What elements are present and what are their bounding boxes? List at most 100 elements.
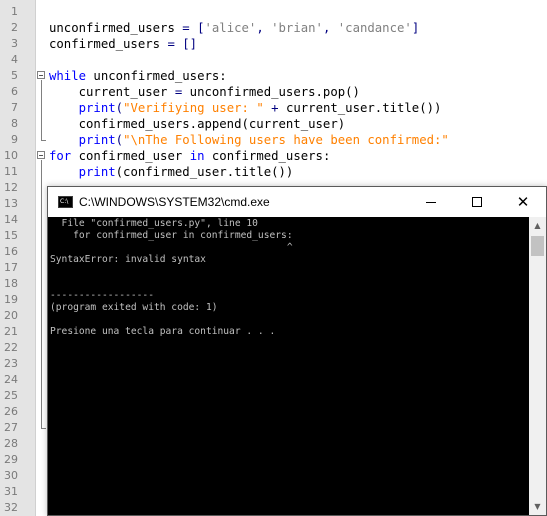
code-keyword: while [49,69,87,83]
code-line-9[interactable]: print("\nThe Following users have been c… [49,132,449,148]
code-token: unconfirmed_users [49,21,183,35]
line-number: 9 [11,133,18,146]
minimize-icon [426,202,436,203]
code-string: 'alice' [204,21,257,35]
fold-toggle-for[interactable] [37,151,45,159]
fold-toggle-while[interactable] [37,71,45,79]
code-line-10[interactable]: for confirmed_user in confirmed_users: [49,148,330,164]
line-number: 23 [4,357,18,370]
fold-end-while [41,140,46,141]
code-token: [] [174,37,198,51]
line-number: 3 [11,37,18,50]
code-token: [ [189,21,205,35]
code-keyword: for [49,149,72,163]
window-title: C:\WINDOWS\SYSTEM32\cmd.exe [79,195,270,209]
code-line-7[interactable]: print("Verifiying user: " + current_user… [49,100,442,116]
line-number: 24 [4,373,18,386]
line-number: 19 [4,293,18,306]
line-number: 6 [11,85,18,98]
line-number: 1 [11,5,18,18]
console-line: SyntaxError: invalid syntax [50,254,206,265]
scroll-down-icon[interactable]: ▼ [529,498,546,515]
line-number: 2 [11,21,18,34]
code-token: unconfirmed_users.pop() [182,85,360,99]
code-line-8[interactable]: confirmed_users.append(current_user) [49,116,346,132]
maximize-icon [472,197,482,207]
cmd-window[interactable]: C:\ C:\WINDOWS\SYSTEM32\cmd.exe ✕ File "… [47,186,547,516]
code-keyword: print [78,101,116,115]
console-line: (program exited with code: 1) [50,302,218,313]
line-number: 5 [11,69,18,82]
code-token: + [271,101,279,115]
line-number: 27 [4,421,18,434]
code-string: "Verifiying user: " [123,101,264,115]
console-output[interactable]: File "confirmed_users.py", line 10 for c… [48,217,529,515]
console-line: File "confirmed_users.py", line 10 [50,218,258,229]
line-number: 30 [4,469,18,482]
line-number: 16 [4,245,18,258]
maximize-button[interactable] [454,187,500,217]
code-keyword: in [189,149,205,163]
code-token: unconfirmed_users: [86,69,227,83]
line-number: 20 [4,309,18,322]
fold-guide-while [41,80,42,140]
code-token: ( [115,101,124,115]
console-line: for confirmed_user in confirmed_users: [50,230,293,241]
console-line: ^ [50,242,293,253]
vertical-scrollbar[interactable]: ▲ ▼ [529,217,546,515]
line-number: 13 [4,197,18,210]
code-line-2[interactable]: unconfirmed_users = ['alice', 'brian', '… [49,20,419,36]
line-number: 17 [4,261,18,274]
code-line-11[interactable]: print(confirmed_user.title()) [49,164,294,180]
line-number: 7 [11,101,18,114]
line-number: 12 [4,181,18,194]
code-token: current_user [49,85,175,99]
fold-guide-for [41,160,42,428]
line-number: 28 [4,437,18,450]
line-number: 18 [4,277,18,290]
code-line-5[interactable]: while unconfirmed_users: [49,68,227,84]
line-number: 15 [4,229,18,242]
code-token: confirmed_users.append(current_user) [49,117,346,131]
line-number: 8 [11,117,18,130]
minimize-button[interactable] [408,187,454,217]
code-string: 'candance' [337,21,412,35]
close-icon: ✕ [516,193,530,211]
fold-end-for [41,428,46,429]
code-string: 'brian' [271,21,323,35]
scroll-up-icon[interactable]: ▲ [529,217,546,234]
line-number: 21 [4,325,18,338]
code-token: = [167,37,175,51]
line-number: 26 [4,405,18,418]
code-keyword: print [78,133,116,147]
code-token: current_user.title()) [278,101,442,115]
line-number: 25 [4,389,18,402]
code-token: ] [411,21,420,35]
code-line-3[interactable]: confirmed_users = [] [49,36,197,52]
line-number: 31 [4,485,18,498]
code-token: = [182,21,190,35]
code-token: confirmed_users [49,37,168,51]
line-number: 14 [4,213,18,226]
console-line: Presione una tecla para continuar . . . [50,326,276,337]
code-token: confirmed_user [71,149,190,163]
code-string: "\nThe Following users have been confirm… [123,133,449,147]
code-line-6[interactable]: current_user = unconfirmed_users.pop() [49,84,360,100]
close-button[interactable]: ✕ [500,187,546,217]
code-keyword: print [78,165,116,179]
console-line: ------------------ [50,290,154,301]
code-token: , [256,21,272,35]
line-number-gutter: 1 2 3 4 5 6 7 8 9 10 11 12 13 14 15 16 17 18 19 20 21 22 23 24 2… [0,0,36,516]
code-token: (confirmed_user.title()) [115,165,294,179]
title-bar[interactable]: C:\ C:\WINDOWS\SYSTEM32\cmd.exe ✕ [48,187,546,217]
line-number: 32 [4,501,18,514]
scroll-thumb[interactable] [531,236,544,256]
cmd-app-icon[interactable]: C:\ [58,196,73,208]
code-token: confirmed_users: [204,149,331,163]
line-number: 22 [4,341,18,354]
line-number: 29 [4,453,18,466]
line-number: 11 [4,165,18,178]
line-number: 10 [4,149,18,162]
